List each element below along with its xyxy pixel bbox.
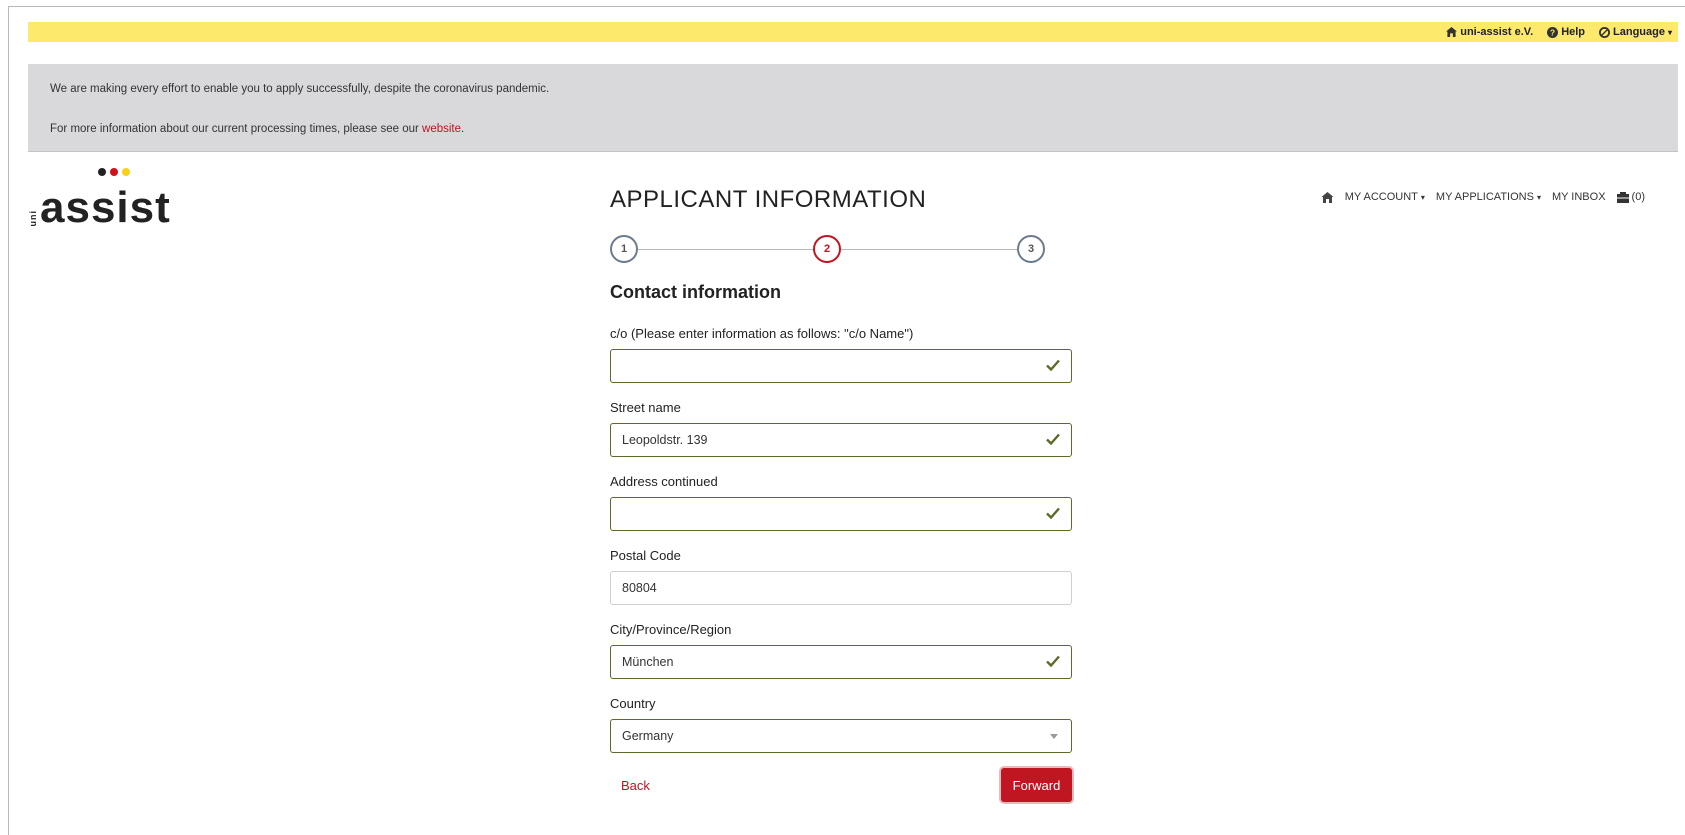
step-2-active[interactable]: 2: [813, 235, 841, 263]
cart-icon: [1616, 191, 1629, 203]
globe-icon: [1599, 26, 1611, 38]
postal-code-input[interactable]: 80804: [610, 571, 1072, 605]
logo-small-text: uni: [28, 209, 38, 227]
uni-assist-logo[interactable]: uni assist: [28, 180, 171, 230]
street-value: Leopoldstr. 139: [622, 433, 708, 447]
check-icon: [1046, 433, 1060, 446]
dropdown-arrow-icon: [1050, 734, 1058, 739]
city-value: München: [622, 655, 674, 669]
country-select[interactable]: Germany: [610, 719, 1072, 753]
home-icon: [1321, 191, 1334, 203]
step-3[interactable]: 3: [1017, 235, 1045, 263]
co-label: c/o (Please enter information as follows…: [610, 326, 914, 341]
country-label: Country: [610, 696, 656, 711]
nav-my-account-label: MY ACCOUNT: [1344, 191, 1418, 203]
check-icon: [1046, 655, 1060, 668]
logo-dot-black: [98, 168, 106, 176]
address-continued-label: Address continued: [610, 474, 718, 489]
stepper-line-2: [841, 249, 1017, 250]
main-nav: MY ACCOUNT ▾ MY APPLICATIONS ▾ MY INBOX (0…: [1321, 191, 1645, 203]
chevron-down-icon: ▾: [1536, 192, 1541, 202]
covid-notice-banner: We are making every effort to enable you…: [28, 64, 1678, 152]
city-input[interactable]: München: [610, 645, 1072, 679]
country-value: Germany: [622, 729, 674, 743]
notice-line-1: We are making every effort to enable you…: [50, 83, 550, 95]
chevron-down-icon: ▾: [1420, 192, 1425, 202]
city-label: City/Province/Region: [610, 622, 732, 637]
nav-my-applications[interactable]: MY APPLICATIONS ▾: [1436, 191, 1541, 203]
check-icon: [1046, 359, 1060, 372]
page-title: APPLICANT INFORMATION: [610, 186, 927, 213]
nav-my-inbox[interactable]: MY INBOX: [1552, 191, 1606, 203]
notice-line-2-period: .: [461, 123, 465, 135]
nav-my-applications-label: MY APPLICATIONS: [1435, 191, 1534, 203]
section-title: Contact information: [610, 282, 781, 302]
nav-my-account[interactable]: MY ACCOUNT ▾: [1345, 191, 1425, 203]
address-continued-input[interactable]: [610, 497, 1072, 531]
step-1[interactable]: 1: [610, 235, 638, 263]
check-icon: [1046, 507, 1060, 520]
nav-home[interactable]: [1321, 191, 1334, 203]
cart-count: (0): [1631, 191, 1645, 203]
postal-code-value: 80804: [622, 581, 657, 595]
logo-dot-gold: [122, 168, 130, 176]
street-label: Street name: [610, 400, 681, 415]
logo-word: assist: [40, 183, 171, 232]
street-input[interactable]: Leopoldstr. 139: [610, 423, 1072, 457]
language-dropdown[interactable]: Language ▾: [1599, 26, 1672, 38]
help-link[interactable]: ? Help: [1547, 26, 1585, 38]
stepper-line-1: [638, 249, 813, 250]
postal-code-label: Postal Code: [610, 548, 681, 563]
org-link[interactable]: uni-assist e.V.: [1446, 26, 1533, 38]
website-link[interactable]: website: [422, 123, 461, 135]
chevron-down-icon: ▾: [1667, 27, 1672, 37]
logo-dot-red: [110, 168, 118, 176]
svg-text:?: ?: [1550, 28, 1555, 37]
notice-line-2: For more information about our current p…: [50, 123, 464, 135]
co-input[interactable]: [610, 349, 1072, 383]
logo-dots: [98, 168, 130, 176]
forward-button[interactable]: Forward: [1001, 768, 1072, 802]
home-icon: [1446, 27, 1458, 37]
nav-cart[interactable]: (0): [1616, 191, 1645, 203]
back-button[interactable]: Back: [621, 778, 650, 793]
top-utility-bar: uni-assist e.V. ? Help Language ▾: [28, 22, 1678, 42]
progress-stepper: 1 2 3: [610, 235, 1072, 265]
notice-line-2-text: For more information about our current p…: [50, 123, 423, 135]
question-circle-icon: ?: [1547, 26, 1559, 38]
